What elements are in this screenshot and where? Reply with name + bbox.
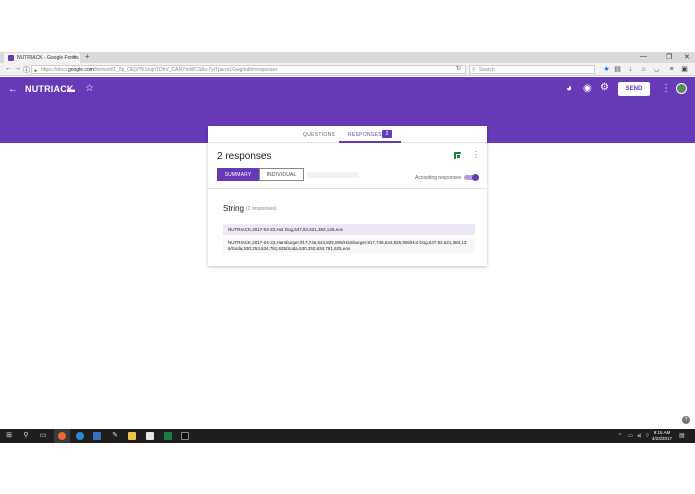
clock-date: 4/23/2017 (652, 436, 673, 441)
send-button[interactable]: SEND (618, 82, 650, 96)
accepting-responses-label: Accepting responses (415, 175, 462, 181)
new-tab-icon[interactable]: + (85, 52, 90, 61)
more-vert-icon[interactable]: ⋮ (661, 83, 671, 94)
url-field[interactable]: ● https://docs.google.com/forms/d/1_8p_O… (31, 65, 466, 74)
settings-gear-icon[interactable]: ⚙ (600, 82, 609, 93)
outlook-icon[interactable] (93, 432, 101, 440)
question-title: String (223, 204, 244, 213)
preview-eye-icon[interactable]: ◉ (583, 83, 592, 94)
back-arrow-icon[interactable]: ← (8, 84, 18, 95)
terminal-icon[interactable] (181, 432, 189, 440)
windows-start-icon[interactable]: ⊞ (5, 432, 13, 440)
more-options-icon[interactable]: ⋮ (472, 150, 480, 159)
pen-tool-icon[interactable]: ✎ (111, 432, 119, 440)
folder-icon[interactable]: ▬ (67, 85, 75, 94)
lock-icon: ● (34, 68, 38, 74)
back-icon[interactable]: ← (5, 65, 12, 72)
browser-tab-bar: NUTRIACK - Google Forms ✕ + — ❐ ✕ (0, 52, 695, 63)
toggle-thumb (472, 174, 479, 181)
maximize-icon[interactable]: ❐ (666, 53, 672, 61)
tray-chevron-icon[interactable]: ^ (619, 433, 621, 439)
tab-responses[interactable]: RESPONSES (348, 132, 382, 138)
steam-icon[interactable] (76, 432, 84, 440)
home-icon[interactable]: ⌂ (640, 66, 647, 73)
url-path: /forms/d/1_8p_OEjVYk1rujnTOhV_CANYmWCS8u… (93, 67, 278, 73)
avatar[interactable] (676, 83, 687, 94)
address-bar: ← → ⓘ ● https://docs.google.com/forms/d/… (0, 63, 695, 76)
sheets-icon[interactable] (454, 152, 461, 159)
faded-placeholder-bar (307, 172, 359, 178)
search-input[interactable]: ⚲ Search (469, 65, 595, 74)
search-icon: ⚲ (472, 67, 476, 73)
star-icon[interactable]: ☆ (85, 83, 94, 94)
windows-taskbar: ⊞ ⚲ ▭ ✎ ^ ▭ ◂) ⌔ 9:15 AM 4/23/2017 ▤ (0, 429, 695, 443)
question-response-count: (2 responses) (246, 206, 277, 212)
bookmark-star-icon[interactable]: ★ (603, 66, 610, 73)
responses-count-badge: 2 (382, 130, 392, 138)
battery-icon[interactable]: ▭ (628, 433, 633, 439)
divider (208, 188, 487, 189)
file-explorer-icon[interactable] (128, 432, 136, 440)
browser-tab[interactable]: NUTRIACK - Google Forms ✕ (4, 53, 80, 63)
help-icon[interactable]: ? (682, 416, 690, 424)
task-view-icon[interactable]: ▭ (39, 432, 47, 440)
firefox-icon[interactable] (58, 432, 66, 440)
extension-icon[interactable]: ▣ (681, 66, 688, 73)
network-icon[interactable]: ⌔ (645, 433, 650, 439)
window-close-icon[interactable]: ✕ (684, 53, 690, 61)
reload-icon[interactable]: ↻ (456, 65, 461, 72)
volume-icon[interactable]: ◂) (637, 433, 641, 439)
info-icon[interactable]: ⓘ (23, 65, 30, 75)
pocket-icon[interactable]: ◡ (653, 66, 660, 73)
download-icon[interactable]: ↓ (627, 66, 634, 73)
excel-icon[interactable] (164, 432, 172, 440)
response-item: NUTRIACK,2017-04-23,Hamburger,917,746,64… (223, 238, 475, 253)
reading-list-icon[interactable]: ▤ (614, 66, 621, 73)
photos-icon[interactable] (146, 432, 154, 440)
response-item: NUTRIACK,2017-04-22,Hot Dog,547,82,621,3… (223, 224, 475, 235)
forward-icon[interactable]: → (14, 65, 21, 72)
menu-icon[interactable]: ≡ (668, 66, 675, 73)
responses-card: QUESTIONS RESPONSES 2 2 responses ⋮ SUMM… (208, 126, 487, 266)
url-prefix: https://docs. (41, 67, 68, 73)
summary-toggle-button[interactable]: SUMMARY (217, 168, 259, 181)
close-tab-icon[interactable]: ✕ (72, 54, 77, 61)
browser-tab-title: NUTRIACK - Google Forms (17, 55, 79, 61)
active-tab-indicator (339, 141, 401, 143)
notifications-icon[interactable]: ▤ (679, 432, 687, 440)
taskbar-clock[interactable]: 9:15 AM 4/23/2017 (652, 430, 672, 442)
accepting-responses-toggle[interactable] (464, 174, 479, 181)
minimize-icon[interactable]: — (640, 53, 647, 60)
google-forms-favicon-icon (8, 55, 14, 61)
url-domain: google.com (67, 67, 94, 73)
tab-questions[interactable]: QUESTIONS (303, 132, 335, 138)
form-tabs: QUESTIONS RESPONSES 2 (208, 126, 487, 143)
taskbar-search-icon[interactable]: ⚲ (22, 432, 30, 440)
search-placeholder: Search (479, 67, 495, 73)
responses-title: 2 responses (217, 151, 272, 162)
individual-toggle-button[interactable]: INDIVIDUAL (259, 168, 304, 181)
palette-icon[interactable]: ◕ (566, 83, 572, 94)
screen: NUTRIACK - Google Forms ✕ + — ❐ ✕ ← → ⓘ … (0, 0, 695, 494)
